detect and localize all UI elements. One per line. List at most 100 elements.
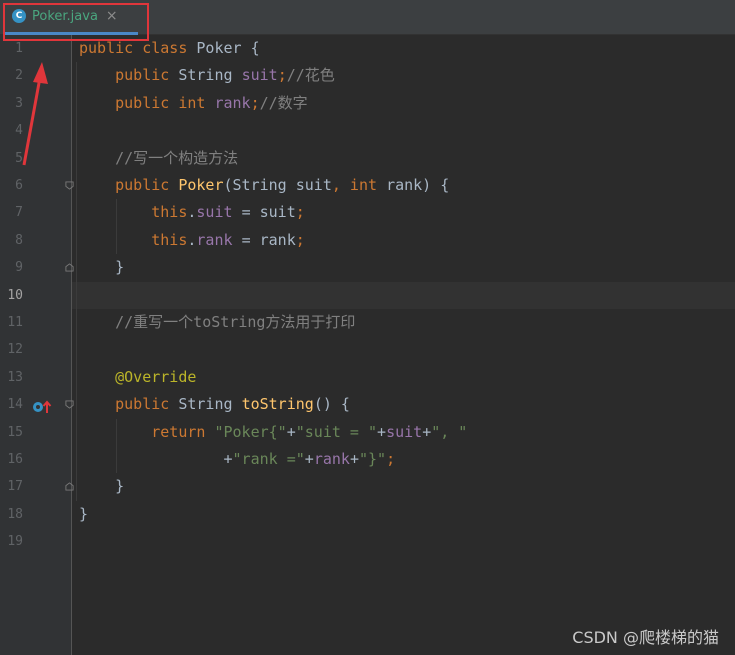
indent-guide — [76, 62, 77, 501]
code-token: String — [178, 395, 242, 414]
code-line-text: //重写一个toString方法用于打印 — [79, 309, 355, 336]
code-token: + — [377, 422, 387, 441]
code-line[interactable] — [72, 336, 735, 363]
code-token: //重写一个toString方法用于打印 — [79, 313, 356, 331]
code-token: suit — [241, 66, 278, 85]
code-line[interactable]: public Poker(String suit, int rank) { — [72, 172, 735, 199]
code-line-text: } — [79, 473, 124, 500]
code-token: } — [79, 477, 125, 496]
code-line[interactable]: this.rank = rank; — [72, 227, 735, 254]
line-number: 15 — [7, 424, 23, 440]
line-number: 8 — [15, 232, 23, 248]
code-token: } — [79, 504, 89, 523]
code-line[interactable]: } — [72, 501, 735, 528]
code-token: = suit — [241, 203, 296, 222]
line-number: 17 — [7, 479, 23, 495]
code-token: + — [304, 450, 314, 468]
code-line-text: public String toString() { — [79, 391, 350, 418]
code-token: Poker — [178, 176, 224, 194]
code-token: ; — [295, 230, 305, 249]
code-token: "rank =" — [232, 450, 305, 468]
code-line[interactable]: public String toString() { — [72, 391, 735, 418]
code-token: + — [286, 422, 296, 441]
code-token: this — [79, 230, 188, 249]
code-line[interactable]: //重写一个toString方法用于打印 — [72, 309, 735, 336]
code-token: public class — [79, 39, 197, 57]
code-line[interactable]: public String suit;//花色 — [72, 62, 735, 89]
code-line-text: } — [79, 254, 124, 281]
code-token: //写一个构造方法 — [79, 148, 239, 167]
annotation-arrow-icon — [22, 62, 48, 166]
code-token: } — [79, 258, 125, 277]
code-token: rank — [196, 230, 242, 249]
code-token: public — [79, 66, 179, 85]
code-editor[interactable]: public class Poker { public String suit;… — [72, 35, 735, 655]
code-line-text: this.suit = suit; — [79, 199, 305, 226]
code-line-text: +"rank ="+rank+"}"; — [79, 446, 395, 473]
code-token: public — [79, 395, 179, 414]
code-token: rank — [214, 93, 251, 112]
code-token: + — [79, 450, 233, 468]
code-token: + — [349, 450, 359, 468]
line-number: 6 — [15, 178, 23, 193]
code-token: ", " — [431, 422, 468, 441]
line-number: 9 — [15, 260, 23, 276]
code-token: ; — [277, 66, 287, 85]
code-token: ; — [250, 93, 260, 112]
line-number: 11 — [7, 315, 23, 330]
code-line[interactable]: //写一个构造方法 — [72, 145, 735, 172]
code-token: return — [79, 422, 215, 441]
code-token: rank — [313, 450, 350, 468]
code-line[interactable] — [72, 117, 735, 144]
code-token: rank) { — [386, 176, 450, 194]
code-token: String — [178, 66, 242, 85]
code-token: suit — [386, 422, 423, 441]
line-number: 14 — [7, 397, 23, 413]
code-line-text: @Override — [79, 364, 196, 391]
line-number: 10 — [7, 287, 23, 303]
code-token: , int — [331, 176, 387, 194]
code-line[interactable] — [72, 528, 735, 555]
code-token: "}" — [358, 450, 387, 468]
csdn-watermark: CSDN @爬楼梯的猫 — [572, 628, 719, 647]
code-token: ; — [386, 450, 396, 468]
line-number: 7 — [15, 205, 23, 221]
code-line[interactable]: return "Poker{"+"suit = "+suit+", " — [72, 419, 735, 446]
code-line-text: } — [79, 501, 88, 528]
code-line[interactable]: this.suit = suit; — [72, 199, 735, 226]
code-token: suit — [196, 203, 242, 222]
code-token: //数字 — [259, 93, 308, 112]
code-line[interactable]: +"rank ="+rank+"}"; — [72, 446, 735, 473]
indent-guide — [116, 199, 117, 255]
code-token: public int — [79, 93, 215, 112]
code-line[interactable]: } — [72, 473, 735, 500]
code-token: ; — [295, 203, 305, 222]
code-token: public — [79, 176, 179, 194]
code-line[interactable]: } — [72, 254, 735, 281]
code-token: (String suit — [223, 176, 332, 194]
code-token: this — [79, 203, 188, 222]
code-token: Poker { — [196, 39, 260, 57]
code-line[interactable] — [72, 281, 735, 309]
code-line-text: return "Poker{"+"suit = "+suit+", " — [79, 419, 467, 446]
override-method-icon[interactable] — [32, 400, 56, 414]
highlight-annotation-box — [3, 3, 149, 41]
line-number: 13 — [7, 369, 23, 385]
code-line-text: public String suit;//花色 — [79, 62, 335, 89]
line-number: 19 — [7, 534, 23, 550]
code-token: = rank — [241, 230, 296, 249]
code-token: "Poker{" — [214, 422, 287, 441]
code-line-text: //写一个构造方法 — [79, 145, 238, 172]
code-token: + — [422, 422, 432, 441]
indent-guide — [116, 418, 117, 474]
code-token: //花色 — [286, 66, 335, 85]
code-line[interactable]: public class Poker { — [72, 35, 735, 62]
code-line[interactable]: @Override — [72, 364, 735, 391]
code-line-text: this.rank = rank; — [79, 227, 305, 254]
line-number: 16 — [7, 452, 23, 467]
code-line[interactable]: public int rank;//数字 — [72, 90, 735, 117]
code-token: toString — [241, 395, 314, 414]
code-token: "suit = " — [295, 422, 378, 441]
line-number: 12 — [7, 342, 23, 358]
code-line-text: public int rank;//数字 — [79, 90, 308, 117]
